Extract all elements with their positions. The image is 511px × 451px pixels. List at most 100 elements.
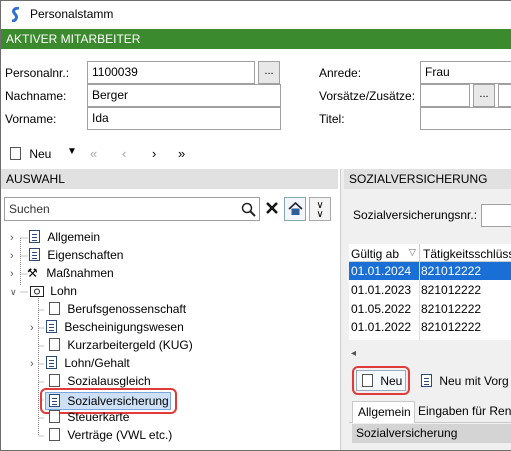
copy-document-icon xyxy=(421,374,432,387)
page-icon xyxy=(49,338,60,351)
table-row[interactable]: 01.01.2023 821012222 xyxy=(349,281,511,299)
document-stack-icon xyxy=(46,320,58,333)
tree-item-label: Bescheinigungswesen xyxy=(64,320,184,334)
auswahl-header: AUSWAHL xyxy=(1,169,338,189)
cell-date: 01.05.2022 xyxy=(351,302,412,316)
tab-eingaben[interactable]: Eingaben für Ren xyxy=(418,404,511,418)
new-document-icon xyxy=(10,147,21,160)
sv-new-button[interactable]: Neu xyxy=(356,370,406,391)
anrede-label: Anrede: xyxy=(319,66,362,80)
double-chevron-down-icon: ∨ ∨ xyxy=(316,200,324,220)
tree-item-label: Lohn xyxy=(50,284,77,298)
tree-item-label: Eigenschaften xyxy=(47,248,124,262)
sv-new-with-template-button[interactable]: Neu mit Vorg xyxy=(421,374,509,388)
cell-date: 01.01.2022 xyxy=(351,320,412,334)
collapse-icon[interactable]: ∨ xyxy=(10,287,17,297)
expand-icon[interactable]: › xyxy=(30,322,34,334)
document-stack-icon xyxy=(46,356,58,369)
titel-label: Titel: xyxy=(319,112,345,126)
vorsaetze-lookup-button[interactable]: ... xyxy=(473,84,495,107)
tree-item-label: Maßnahmen xyxy=(46,266,114,280)
tree-item-kurzarbeitergeld[interactable]: Kurzarbeitergeld (KUG) xyxy=(49,338,193,356)
tree-item-massnahmen[interactable]: › ⚒ Maßnahmen xyxy=(10,266,114,284)
money-icon xyxy=(29,286,44,297)
anrede-field[interactable]: Frau xyxy=(420,61,511,84)
table-row[interactable]: 01.01.2022 821012222 xyxy=(349,318,511,336)
home-button[interactable] xyxy=(284,197,306,221)
new-toolbar-button[interactable]: Neu xyxy=(10,147,51,161)
nachname-field[interactable]: Berger xyxy=(87,84,281,107)
tree-item-bescheinigungswesen[interactable]: › Bescheinigungswesen xyxy=(30,320,184,338)
cell-code: 821012222 xyxy=(421,283,482,297)
tree-item-label: Sozialversicherung xyxy=(67,394,169,408)
sv-new-label: Neu xyxy=(380,374,403,388)
column-divider[interactable] xyxy=(419,244,420,262)
tree-item-eigenschaften[interactable]: › Eigenschaften xyxy=(10,248,123,266)
window-title: Personalstamm xyxy=(30,7,114,21)
tree-item-label: Allgemein xyxy=(47,230,101,244)
search-icon[interactable] xyxy=(241,202,257,218)
personalnr-label: Personalnr.: xyxy=(5,66,70,80)
table-row[interactable]: 01.01.2024 821012222 xyxy=(349,262,511,280)
page-icon xyxy=(49,428,60,441)
tree-item-label: Verträge (VWL etc.) xyxy=(67,428,173,442)
nachname-label: Nachname: xyxy=(5,89,67,103)
tree-item-label: Steuerkarte xyxy=(67,410,130,424)
cell-code: 821012222 xyxy=(421,302,482,316)
home-icon xyxy=(288,202,303,215)
collapse-all-button[interactable]: ∨ ∨ xyxy=(309,197,331,221)
personalnr-lookup-button[interactable]: ... xyxy=(258,61,280,84)
scroll-left-icon[interactable]: ◂ xyxy=(351,348,356,359)
sv-nr-field[interactable] xyxy=(481,204,511,227)
horizontal-scrollbar[interactable]: ◂ xyxy=(349,348,511,362)
cell-code: 821012222 xyxy=(421,320,482,334)
tree-item-label: Berufsgenossenschaft xyxy=(67,302,187,316)
expand-icon[interactable]: › xyxy=(10,250,14,262)
next-record-icon[interactable]: › xyxy=(152,146,156,161)
search-input[interactable]: Suchen xyxy=(4,197,260,221)
vorsaetze-label: Vorsätze/Zusätze: xyxy=(319,89,416,103)
cell-date: 01.01.2023 xyxy=(351,283,412,297)
search-placeholder: Suchen xyxy=(9,202,50,216)
column-divider xyxy=(419,262,420,340)
col-gueltig-header[interactable]: Gültig ab xyxy=(351,247,399,261)
page-icon xyxy=(49,374,60,387)
app-logo-icon xyxy=(11,7,20,22)
previous-record-icon[interactable]: ‹ xyxy=(122,146,126,161)
tree-item-label: Lohn/Gehalt xyxy=(64,356,130,370)
new-document-icon xyxy=(362,374,373,387)
sort-icon[interactable]: ▽ xyxy=(409,247,416,258)
new-toolbar-label: Neu xyxy=(29,147,52,161)
tree-item-lohn-gehalt[interactable]: › Lohn/Gehalt xyxy=(30,356,130,374)
tab-allgemein[interactable]: Allgemein xyxy=(352,401,415,423)
titel-field[interactable] xyxy=(420,107,511,130)
sv-new-with-template-label: Neu mit Vorg xyxy=(439,374,509,388)
list-document-icon xyxy=(29,248,41,261)
tree-item-sozialversicherung[interactable]: Sozialversicherung xyxy=(45,392,171,410)
page-icon xyxy=(49,410,60,423)
new-dropdown-icon[interactable]: ▼ xyxy=(67,146,77,157)
tree-item-lohn[interactable]: ∨ Lohn xyxy=(10,284,77,302)
zusaetze-field[interactable] xyxy=(498,84,511,107)
table-row[interactable]: 01.05.2022 821012222 xyxy=(349,300,511,318)
personalnr-field[interactable]: 1100039 xyxy=(87,61,255,84)
clear-search-icon[interactable] xyxy=(264,200,280,216)
last-record-icon[interactable]: » xyxy=(178,146,185,161)
expand-icon[interactable]: › xyxy=(30,358,34,370)
tree-item-berufsgenossenschaft[interactable]: Berufsgenossenschaft xyxy=(49,302,186,320)
first-record-icon[interactable]: « xyxy=(90,146,97,161)
tree-item-vertraege[interactable]: Verträge (VWL etc.) xyxy=(49,428,172,446)
cell-code: 821012222 xyxy=(421,264,482,278)
vorname-label: Vorname: xyxy=(5,112,57,126)
expand-icon[interactable]: › xyxy=(10,268,14,280)
tree-item-allgemein[interactable]: › Allgemein xyxy=(10,230,100,248)
vorname-field[interactable]: Ida xyxy=(87,107,281,130)
expand-icon[interactable]: › xyxy=(10,232,14,244)
list-document-icon xyxy=(29,230,41,243)
vorsaetze-field[interactable] xyxy=(420,84,470,107)
tools-icon: ⚒ xyxy=(27,266,38,280)
col-taetigkeit-header[interactable]: Tätigkeitsschlüss xyxy=(423,247,511,261)
tree-item-steuerkarte[interactable]: Steuerkarte xyxy=(49,410,129,428)
tree-item-label: Sozialausgleich xyxy=(67,374,151,388)
tab-label: Eingaben für Ren xyxy=(418,404,511,418)
